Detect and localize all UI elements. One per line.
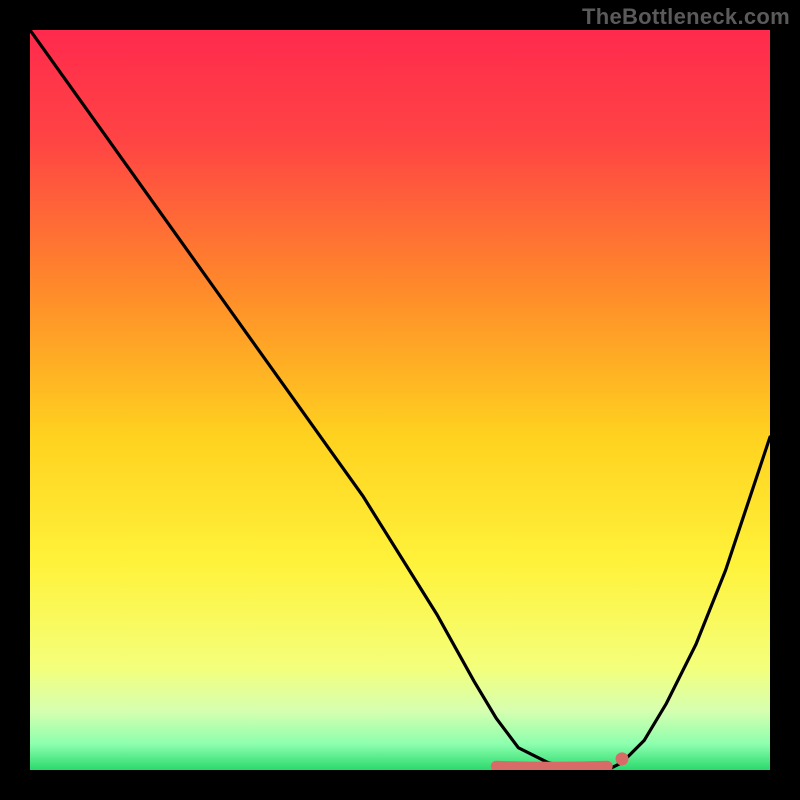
plot-area [30,30,770,770]
marker-point [616,752,629,765]
chart-frame: TheBottleneck.com [0,0,800,800]
valley-highlight [496,766,607,767]
chart-svg [30,30,770,770]
watermark-text: TheBottleneck.com [582,4,790,30]
gradient-background [30,30,770,770]
